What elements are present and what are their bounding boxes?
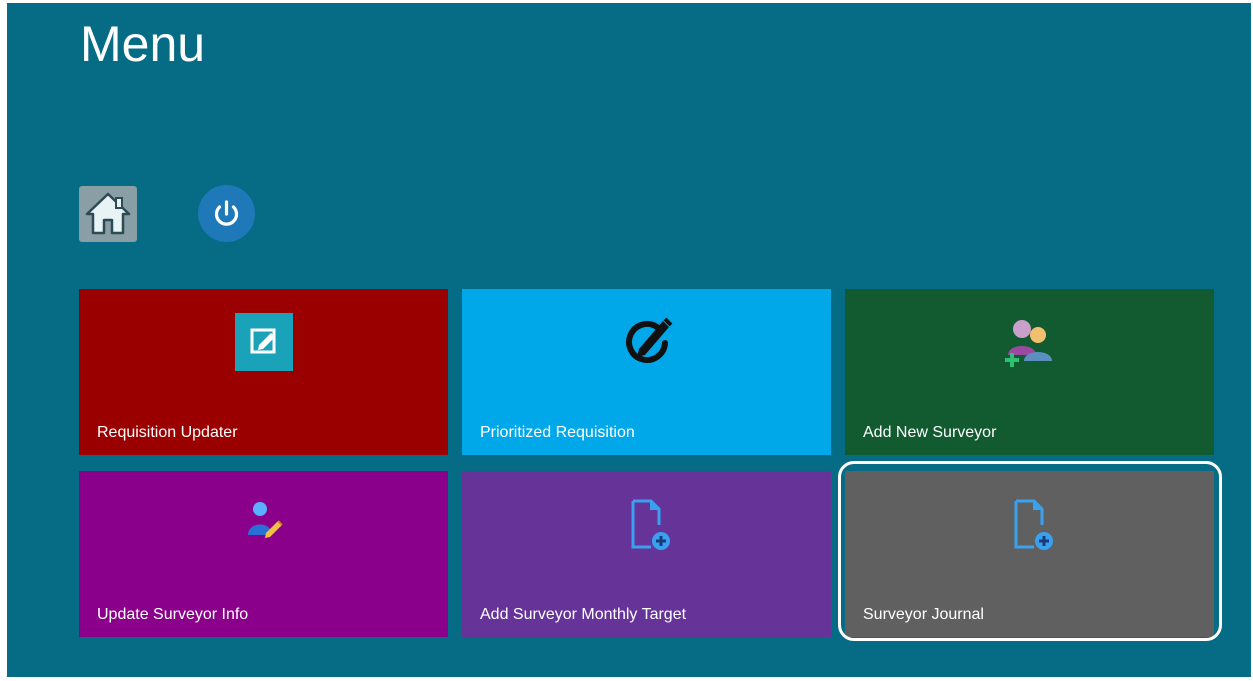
tile-label: Surveyor Journal	[863, 606, 984, 623]
power-icon	[214, 200, 239, 226]
tile-update-surveyor-info[interactable]: Update Surveyor Info	[79, 471, 448, 637]
tile-label: Add Surveyor Monthly Target	[480, 606, 687, 623]
power-button[interactable]	[198, 185, 255, 242]
tile-add-new-surveyor[interactable]: Add New Surveyor	[845, 289, 1214, 455]
page-title: Menu	[80, 16, 206, 72]
tile-surveyor-journal[interactable]: Surveyor Journal	[845, 471, 1214, 637]
add-document-icon	[1000, 495, 1060, 560]
tile-label: Update Surveyor Info	[97, 606, 249, 623]
add-users-icon	[1000, 313, 1060, 378]
tile-prioritized-requisition[interactable]: Prioritized Requisition	[462, 289, 831, 455]
add-document-icon	[617, 495, 677, 560]
tile-label: Prioritized Requisition	[480, 424, 635, 441]
tile-label: Add New Surveyor	[863, 424, 997, 441]
tile-add-surveyor-monthly-target[interactable]: Add Surveyor Monthly Target	[462, 471, 831, 637]
user-edit-icon	[234, 495, 294, 560]
edit-icon	[234, 313, 293, 376]
tile-label: Requisition Updater	[97, 424, 238, 441]
tile-requisition-updater[interactable]: Requisition Updater	[79, 289, 448, 455]
home-icon	[85, 192, 131, 235]
home-button[interactable]	[79, 186, 137, 242]
pencil-circle-icon	[617, 313, 677, 378]
